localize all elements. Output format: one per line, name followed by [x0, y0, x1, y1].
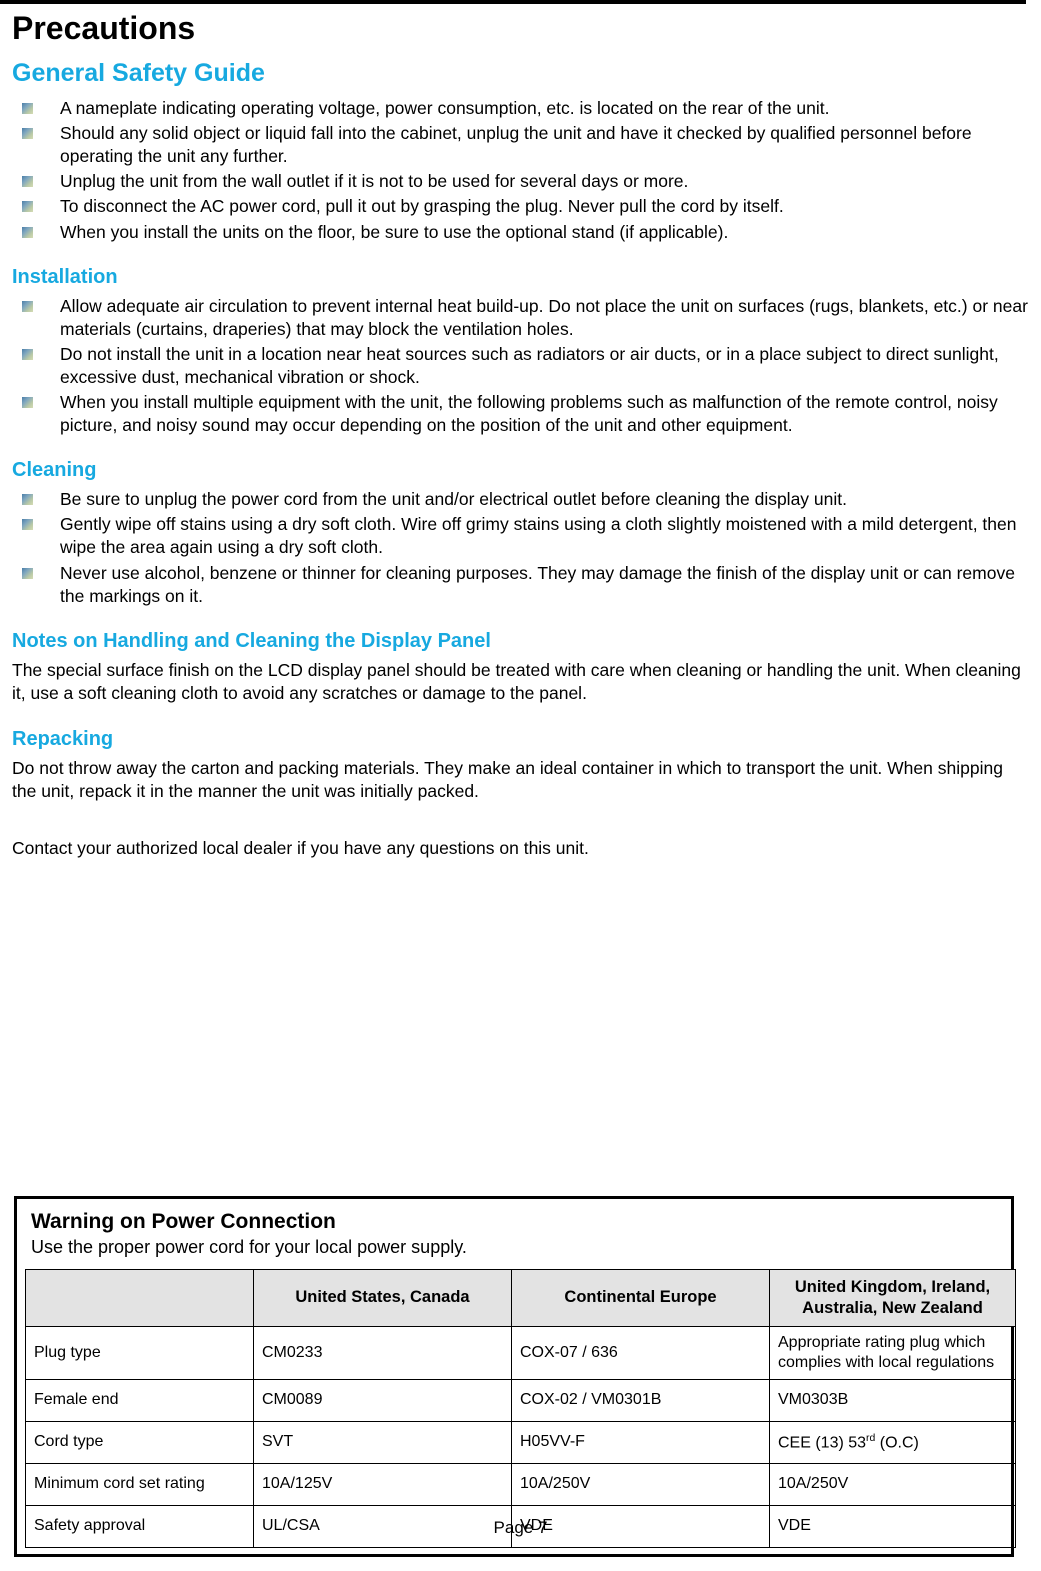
gradient-square-bullet-icon	[22, 226, 33, 238]
table-row: Plug type CM0233 COX-07 / 636 Appropriat…	[25, 1325, 1016, 1380]
power-cord-table: United States, Canada Continental Europe…	[25, 1268, 1016, 1548]
bullet-list-installation: Allow adequate air circulation to preven…	[12, 295, 1029, 438]
cell-female-end-continental-europe: COX-02 / VM0301B	[511, 1378, 770, 1422]
paragraph-contact-dealer: Contact your authorized local dealer if …	[12, 838, 589, 859]
gradient-square-bullet-icon	[22, 128, 33, 140]
page-title: Precautions	[12, 10, 196, 46]
warning-power-connection-box: Warning on Power Connection Use the prop…	[14, 1196, 1016, 1557]
note-line-1: Appropriate rating plug which	[778, 1333, 986, 1351]
cord-type-suffix: (O.C)	[875, 1433, 919, 1451]
section-heading-notes-display-panel: Notes on Handling and Cleaning the Displ…	[12, 629, 491, 652]
list-item-text: When you install the units on the floor,…	[60, 221, 729, 242]
table-row: Female end CM0089 COX-02 / VM0301B VM030…	[25, 1378, 1016, 1422]
list-item: When you install multiple equipment with…	[12, 391, 1029, 437]
list-item-text: Do not install the unit in a location ne…	[60, 343, 999, 387]
bullet-list-general-safety: A nameplate indicating operating voltage…	[12, 97, 1029, 244]
list-item-text: Allow adequate air circulation to preven…	[60, 295, 1028, 339]
cell-min-rating-uk-ireland-au-nz: 10A/250V	[769, 1462, 1016, 1506]
document-page: Precautions General Safety Guide A namep…	[0, 0, 1041, 1571]
gradient-square-bullet-icon	[22, 397, 33, 409]
list-item-text: Should any solid object or liquid fall i…	[60, 123, 972, 167]
row-label-female-end: Female end	[25, 1378, 254, 1422]
row-label-cord-type: Cord type	[25, 1420, 254, 1464]
note-line-2: complies with local regulations	[778, 1353, 995, 1371]
table-row: Minimum cord set rating 10A/125V 10A/250…	[25, 1462, 1016, 1506]
paragraph-repacking: Do not throw away the carton and packing…	[12, 757, 1003, 801]
warning-box-subtitle: Use the proper power cord for your local…	[31, 1237, 467, 1258]
list-item-text: A nameplate indicating operating voltage…	[60, 98, 830, 119]
list-item: Gently wipe off stains using a dry soft …	[12, 513, 1029, 559]
list-item: Never use alcohol, benzene or thinner fo…	[12, 562, 1029, 608]
list-item-text: When you install multiple equipment with…	[60, 392, 998, 436]
bullet-list-cleaning: Be sure to unplug the power cord from th…	[12, 488, 1029, 607]
cell-female-end-uk-ireland-au-nz: VM0303B	[769, 1378, 1016, 1422]
cell-min-rating-us-canada: 10A/125V	[253, 1462, 512, 1506]
table-header-cell-blank	[25, 1268, 254, 1327]
list-item: When you install the units on the floor,…	[12, 221, 1029, 244]
cell-plug-type-continental-europe: COX-07 / 636	[511, 1325, 770, 1380]
section-heading-cleaning: Cleaning	[12, 459, 97, 482]
list-item: To disconnect the AC power cord, pull it…	[12, 195, 1029, 218]
list-item-text: Unplug the unit from the wall outlet if …	[60, 171, 689, 192]
table-header-cell-uk-ireland-au-nz: United Kingdom, Ireland, Australia, New …	[769, 1268, 1016, 1327]
row-label-plug-type: Plug type	[25, 1325, 254, 1380]
row-label-minimum-cord-set-rating: Minimum cord set rating	[25, 1462, 254, 1506]
table-header-row: United States, Canada Continental Europe…	[25, 1268, 1016, 1327]
document-content: Precautions General Safety Guide A namep…	[12, 10, 1029, 861]
table-header-cell-continental-europe: Continental Europe	[511, 1268, 770, 1327]
page-top-rule	[0, 0, 1026, 4]
paragraph-notes-display-panel: The special surface finish on the LCD di…	[12, 659, 1021, 704]
section-heading-installation: Installation	[12, 265, 118, 288]
list-item: Unplug the unit from the wall outlet if …	[12, 170, 1029, 193]
warning-box-title: Warning on Power Connection	[31, 1210, 336, 1233]
list-item-text: Gently wipe off stains using a dry soft …	[60, 514, 1017, 558]
cell-plug-type-us-canada: CM0233	[253, 1325, 512, 1380]
table-header: United States, Canada Continental Europe…	[25, 1268, 1016, 1327]
list-item-text: Be sure to unplug the power cord from th…	[60, 489, 847, 510]
page-footer: Page 7	[493, 1518, 548, 1537]
gradient-square-bullet-icon	[22, 176, 33, 188]
cell-cord-type-uk-ireland-au-nz: CEE (13) 53rd (O.C)	[769, 1420, 1016, 1464]
gradient-square-bullet-icon	[22, 519, 33, 531]
gradient-square-bullet-icon	[22, 494, 33, 506]
list-item: Be sure to unplug the power cord from th…	[12, 488, 1029, 511]
gradient-square-bullet-icon	[22, 201, 33, 213]
section-heading-general-safety: General Safety Guide	[12, 58, 265, 87]
table-header-cell-us-canada: United States, Canada	[253, 1268, 512, 1327]
gradient-square-bullet-icon	[22, 348, 33, 360]
header-line-1: United Kingdom, Ireland,	[794, 1278, 991, 1297]
cell-plug-type-uk-ireland-au-nz: Appropriate rating plug which complies w…	[769, 1325, 1016, 1380]
cord-type-ordinal-suffix: rd	[866, 1432, 876, 1444]
cell-cord-type-continental-europe: H05VV-F	[511, 1420, 770, 1464]
list-item: Do not install the unit in a location ne…	[12, 343, 1029, 389]
cell-female-end-us-canada: CM0089	[253, 1378, 512, 1422]
gradient-square-bullet-icon	[22, 567, 33, 579]
section-heading-repacking: Repacking	[12, 727, 114, 750]
table-row: Cord type SVT H05VV-F CEE (13) 53rd (O.C…	[25, 1420, 1016, 1464]
list-item: A nameplate indicating operating voltage…	[12, 97, 1029, 120]
list-item: Allow adequate air circulation to preven…	[12, 295, 1029, 341]
cell-cord-type-us-canada: SVT	[253, 1420, 512, 1464]
gradient-square-bullet-icon	[22, 300, 33, 312]
gradient-square-bullet-icon	[22, 103, 33, 115]
header-line-2: Australia, New Zealand	[802, 1298, 983, 1317]
cord-type-prefix: CEE (13) 53	[778, 1433, 867, 1451]
list-item: Should any solid object or liquid fall i…	[12, 122, 1029, 168]
cell-min-rating-continental-europe: 10A/250V	[511, 1462, 770, 1506]
list-item-text: To disconnect the AC power cord, pull it…	[60, 196, 784, 217]
vertical-spacer	[12, 803, 1029, 837]
list-item-text: Never use alcohol, benzene or thinner fo…	[60, 562, 1015, 606]
table-body: Plug type CM0233 COX-07 / 636 Appropriat…	[25, 1325, 1016, 1548]
